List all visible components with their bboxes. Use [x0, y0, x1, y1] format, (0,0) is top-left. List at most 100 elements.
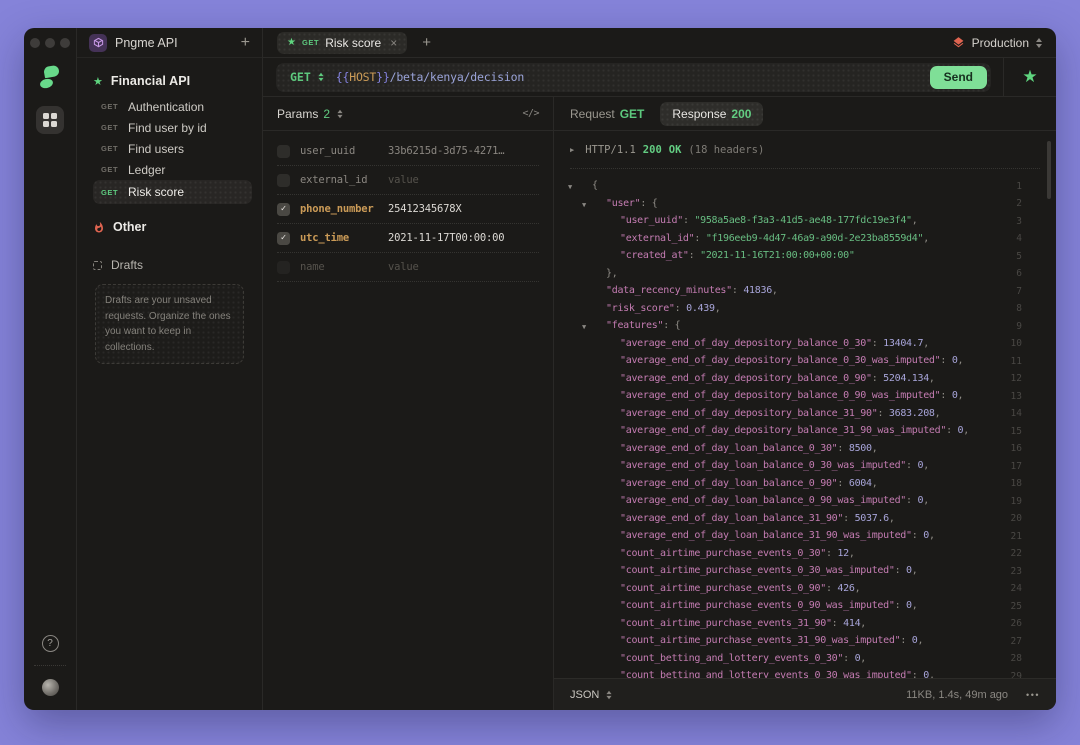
url-bar[interactable]: GET {{HOST}}/beta/kenya/decision Send [276, 62, 991, 92]
http-status-line: ▶ HTTP/1.1 200 OK (18 headers) [570, 131, 1040, 169]
tab-request[interactable]: Request GET [570, 107, 644, 121]
line-number: 10 [1010, 338, 1022, 349]
favorite-star-icon[interactable]: ★ [1022, 67, 1037, 87]
code-line: "average_end_of_day_loan_balance_0_90": … [620, 477, 1022, 490]
code-line: "count_airtime_purchase_events_0_90": 42… [620, 582, 1022, 595]
param-checkbox[interactable]: ✓ [277, 202, 290, 216]
url-input[interactable]: {{HOST}}/beta/kenya/decision [336, 70, 524, 84]
flame-icon [95, 221, 103, 232]
code-line: "count_airtime_purchase_events_0_30": 12… [620, 547, 1022, 560]
collections-grid-icon[interactable] [36, 106, 64, 134]
new-tab-button[interactable]: + [422, 34, 431, 51]
param-checkbox[interactable] [277, 173, 290, 187]
drafts-hint: Drafts are your unsaved requests. Organi… [95, 284, 244, 364]
code-line: "average_end_of_day_depository_balance_3… [620, 407, 1022, 420]
response-panel: Request GET Response 200 ▶ HTTP/1.1 200 OK… [554, 97, 1056, 710]
line-number: 5 [1016, 250, 1022, 262]
param-checkbox[interactable] [277, 144, 290, 158]
response-body: ▼{1 ▼ "user": {2 "user_uuid": "958a5ae8-f3a… [554, 169, 1056, 710]
workspace-header: Pngme API + [77, 28, 262, 58]
help-icon[interactable]: ? [41, 635, 59, 652]
code-line: "average_end_of_day_loan_balance_31_90":… [620, 512, 1022, 525]
collapse-arrow-icon[interactable]: ▶ [570, 146, 574, 154]
format-selector[interactable]: JSON [570, 689, 612, 701]
param-name-field[interactable]: utc_time [300, 232, 378, 244]
param-value-field[interactable]: 25412345678X [388, 203, 539, 215]
code-line: "average_end_of_day_loan_balance_0_30_wa… [620, 460, 1022, 472]
params-panel: Params 2 </> user_uuid 33b6215d-3d75-4271… [263, 97, 554, 710]
fold-arrow-icon[interactable]: ▼ [568, 183, 572, 191]
param-name-field[interactable]: name [300, 261, 378, 273]
sidebar-item-find-users[interactable]: GET Find users [93, 138, 252, 159]
line-number: 7 [1016, 285, 1022, 297]
sidebar-nav: ★ Financial API GET Authentication GET Find… [77, 58, 262, 364]
code-line: "count_airtime_purchase_events_31_90": 4… [620, 617, 1022, 630]
code-line: "created_at": "2021-11-16T21:00:00+00:00… [620, 250, 1022, 262]
code-line: "count_airtime_purchase_events_0_30_was_… [620, 565, 1022, 577]
request-list: GET Authentication GET Find user by id GET Fi… [93, 96, 254, 204]
request-method-badge: GET [101, 165, 119, 174]
line-number: 1 [1016, 180, 1022, 192]
code-line: "risk_score": 0.439, 8 [606, 302, 1022, 315]
line-number: 27 [1010, 635, 1022, 647]
window-close-button[interactable] [30, 38, 40, 48]
code-line: "average_end_of_day_loan_balance_0_30": … [620, 442, 1022, 455]
fold-arrow-icon[interactable]: ▼ [582, 201, 586, 209]
environment-selector[interactable]: Production [952, 36, 1042, 50]
send-button[interactable]: Send [929, 65, 987, 89]
http-protocol: HTTP/1.1 [585, 144, 636, 156]
param-value-field[interactable]: 2021-11-17T00:00:00 [388, 232, 539, 244]
param-name-field[interactable]: external_id [300, 174, 378, 186]
window-minimize-button[interactable] [45, 38, 55, 48]
param-value-field[interactable]: value [388, 174, 539, 186]
add-request-button[interactable]: + [241, 34, 250, 51]
code-line: ▼{1 [568, 180, 1022, 192]
tab-risk-score[interactable]: ★ GET Risk score × [277, 31, 408, 54]
line-number: 24 [1010, 583, 1022, 594]
param-checkbox[interactable]: ✓ [277, 231, 290, 245]
more-options-icon[interactable]: ••• [1026, 690, 1040, 700]
param-name-field[interactable]: phone_number [300, 203, 378, 215]
left-rail: ? [24, 28, 77, 710]
code-line: "count_betting_and_lottery_events_0_30":… [620, 652, 1022, 665]
method-selector[interactable]: GET [290, 70, 311, 84]
code-line: "external_id": "f196eeb9-4d47-46a9-a90d-… [620, 232, 1022, 245]
scrollbar-thumb[interactable] [1047, 141, 1051, 199]
fold-arrow-icon[interactable]: ▼ [582, 323, 586, 331]
line-number: 4 [1016, 233, 1022, 244]
window-zoom-button[interactable] [60, 38, 70, 48]
http-status-reason: OK [668, 144, 682, 156]
sidebar-item-drafts[interactable]: Drafts [93, 254, 254, 276]
code-line: "average_end_of_day_depository_balance_0… [620, 355, 1022, 367]
format-chevron-icon [606, 690, 612, 699]
sidebar-item-authentication[interactable]: GET Authentication [93, 96, 252, 117]
line-number: 14 [1010, 408, 1022, 419]
code-line: "average_end_of_day_loan_balance_31_90_w… [620, 530, 1022, 542]
param-value-field[interactable]: value [388, 261, 539, 273]
favorite-area: ★ [1003, 58, 1056, 96]
code-line: }, 6 [606, 267, 1022, 280]
sidebar-item-risk-score[interactable]: GET Risk score [93, 180, 252, 204]
param-name-field[interactable]: user_uuid [300, 145, 378, 157]
user-avatar[interactable] [41, 679, 59, 696]
environment-label: Production [971, 35, 1029, 50]
params-count-badge: 2 [323, 106, 331, 121]
method-chevron-icon [318, 72, 324, 82]
sidebar-item-other[interactable]: Other [93, 214, 254, 240]
param-checkbox[interactable] [277, 260, 290, 274]
sidebar-item-financial-api[interactable]: ★ Financial API [93, 68, 254, 94]
drafts-icon [93, 260, 102, 270]
code-view-toggle-icon[interactable]: </> [522, 108, 539, 119]
sidebar-item-find-user-by-id[interactable]: GET Find user by id [93, 117, 252, 138]
tab-close-icon[interactable]: × [390, 36, 397, 50]
sidebar-item-ledger[interactable]: GET Ledger [93, 159, 252, 180]
tab-response[interactable]: Response 200 [660, 101, 764, 126]
params-sort-icon[interactable] [337, 109, 343, 118]
param-row: ✓ utc_time 2021-11-17T00:00:00 [277, 224, 539, 253]
tab-star-icon: ★ [287, 37, 296, 48]
rail-divider [34, 665, 66, 666]
tab-label: Risk score [325, 35, 382, 50]
param-value-field[interactable]: 33b6215d-3d75-4271… [388, 145, 539, 157]
sidebar: Pngme API + ★ Financial API GET Authentic… [77, 28, 263, 710]
line-number: 23 [1010, 565, 1022, 577]
